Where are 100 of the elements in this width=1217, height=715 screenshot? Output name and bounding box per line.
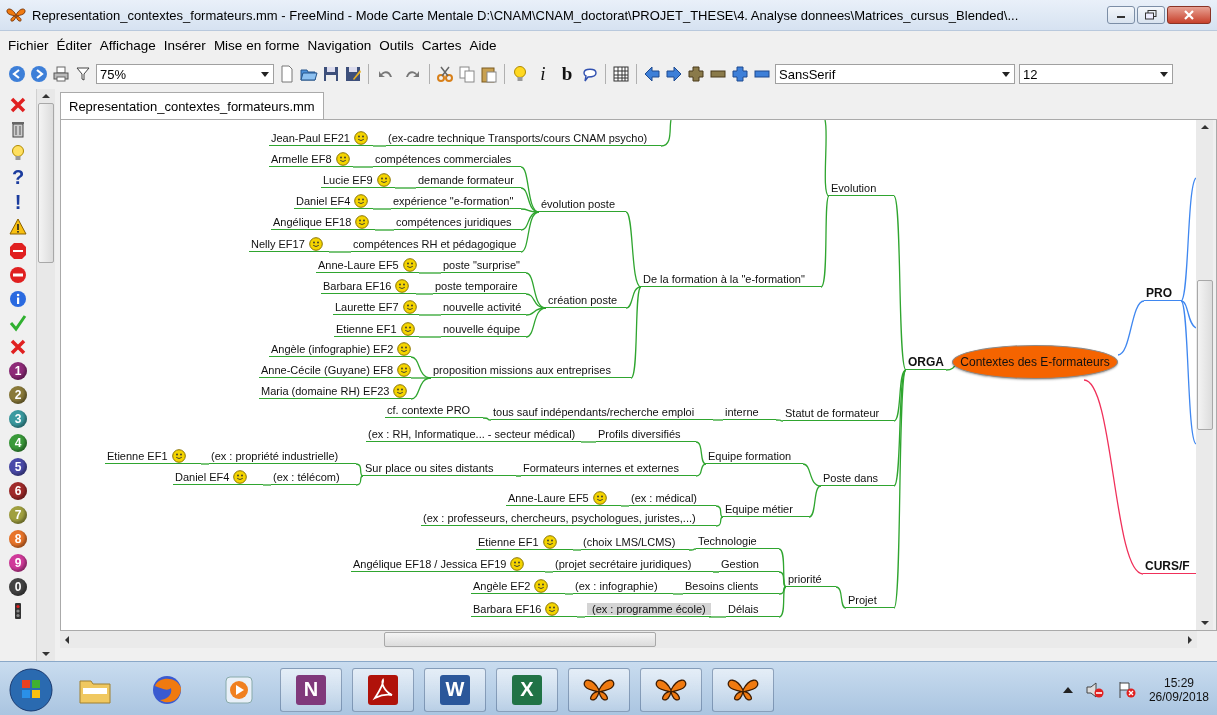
- map-node[interactable]: poste "surprise": [441, 257, 526, 273]
- scroll-thumb[interactable]: [1196, 280, 1213, 430]
- map-node[interactable]: De la formation à la "e-formation": [641, 271, 821, 287]
- map-node[interactable]: Statut de formateur: [783, 405, 894, 421]
- flag-icon[interactable]: [1116, 680, 1137, 699]
- central-topic[interactable]: Contextes des E-formateurs: [952, 345, 1118, 379]
- menu-item[interactable]: Navigation: [307, 37, 372, 53]
- map-node[interactable]: compétences commerciales: [373, 151, 521, 167]
- right-arrow-icon[interactable]: [665, 65, 683, 83]
- taskbar-app[interactable]: N: [280, 667, 342, 712]
- map-node[interactable]: Formateurs internes et externes: [521, 460, 696, 476]
- speaker-muted-icon[interactable]: [1084, 680, 1105, 699]
- menu-item[interactable]: Aide: [469, 37, 497, 53]
- map-node[interactable]: (ex : programme école): [585, 601, 711, 617]
- priority-icon[interactable]: 4: [9, 434, 27, 452]
- map-node[interactable]: Laurette EF7: [333, 299, 419, 315]
- map-node[interactable]: évolution poste: [539, 196, 626, 212]
- restore-button[interactable]: [1137, 6, 1165, 24]
- map-node[interactable]: Angèle (infographie) EF2: [269, 341, 412, 357]
- map-node[interactable]: tous sauf indépendants/recherche emploi: [491, 404, 713, 420]
- map-node[interactable]: expérience "e-formation": [391, 193, 521, 209]
- map-node[interactable]: Projet: [846, 592, 894, 608]
- map-node[interactable]: Nelly EF17: [249, 236, 329, 252]
- taskbar-app[interactable]: [352, 667, 414, 712]
- map-node[interactable]: compétences RH et pédagogique: [351, 236, 521, 252]
- priority-icon[interactable]: 1: [9, 362, 27, 380]
- font-dropdown[interactable]: SansSerif: [775, 64, 1015, 84]
- map-node[interactable]: Equipe métier: [723, 501, 809, 517]
- map-node[interactable]: Etienne EF1: [105, 448, 201, 464]
- scrollbar[interactable]: [60, 631, 1197, 648]
- check-mark-icon[interactable]: [9, 314, 27, 332]
- taskbar-app[interactable]: [568, 667, 630, 712]
- cross-icon[interactable]: [9, 96, 27, 114]
- map-node[interactable]: Lucie EF9: [321, 172, 395, 188]
- map-node[interactable]: priorité: [786, 571, 836, 587]
- menu-item[interactable]: Cartes: [421, 37, 462, 53]
- bold-button[interactable]: b: [557, 63, 577, 85]
- question-mark-icon[interactable]: ?: [11, 168, 25, 187]
- left-arrow-icon[interactable]: [643, 65, 661, 83]
- map-node[interactable]: interne: [723, 404, 776, 420]
- print-icon[interactable]: [52, 65, 70, 83]
- warning-icon[interactable]: [9, 218, 27, 236]
- map-node[interactable]: (choix LMS/LCMS): [581, 534, 689, 550]
- map-node[interactable]: Daniel EF4: [294, 193, 373, 209]
- exclamation-mark-icon[interactable]: !: [14, 193, 22, 212]
- map-node[interactable]: Jean-Paul EF21: [269, 130, 373, 146]
- priority-icon[interactable]: 5: [9, 458, 27, 476]
- map-node[interactable]: Etienne EF1: [334, 321, 419, 337]
- caret-icon[interactable]: [1062, 685, 1073, 694]
- start-button[interactable]: [8, 666, 54, 713]
- cross-icon[interactable]: [9, 338, 27, 356]
- font-size-dropdown[interactable]: 12: [1019, 64, 1173, 84]
- taskbar-app[interactable]: X: [496, 667, 558, 712]
- map-node[interactable]: Angélique EF18: [271, 214, 375, 230]
- stop-sign-icon[interactable]: [9, 242, 27, 260]
- map-node[interactable]: (ex : propriété industrielle): [209, 448, 356, 464]
- map-node[interactable]: Anne-Laure EF5: [506, 490, 621, 506]
- map-node[interactable]: Maria (domaine RH) EF23: [259, 383, 411, 399]
- zoom-dropdown[interactable]: 75%: [96, 64, 274, 84]
- map-node[interactable]: proposition missions aux entreprises: [431, 362, 631, 378]
- map-node[interactable]: Barbara EF16: [321, 278, 416, 294]
- map-node[interactable]: Daniel EF4: [173, 469, 263, 485]
- menu-item[interactable]: Mise en forme: [213, 37, 300, 53]
- map-node[interactable]: Barbara EF16: [471, 601, 577, 617]
- scrollbar[interactable]: [1196, 120, 1213, 630]
- minimize-button[interactable]: [1107, 6, 1135, 24]
- map-node[interactable]: nouvelle activité: [441, 299, 526, 315]
- trash-can-icon[interactable]: [9, 120, 27, 138]
- map-node[interactable]: Délais: [726, 601, 779, 617]
- scroll-thumb[interactable]: [38, 103, 54, 263]
- taskbar-app[interactable]: [640, 667, 702, 712]
- cut-icon[interactable]: [436, 65, 454, 83]
- forward-icon[interactable]: [30, 65, 48, 83]
- menu-item[interactable]: Outils: [379, 37, 414, 53]
- map-node[interactable]: (ex : professeurs, chercheurs, psychologues, juristes,...): [421, 510, 716, 526]
- taskbar-app[interactable]: W: [424, 667, 486, 712]
- clock[interactable]: 15:29 26/09/2018: [1148, 675, 1209, 704]
- map-node[interactable]: poste temporaire: [433, 278, 526, 294]
- scrollbar[interactable]: [36, 89, 55, 661]
- back-icon[interactable]: [8, 65, 26, 83]
- map-node[interactable]: Gestion: [719, 556, 779, 572]
- priority-icon[interactable]: 6: [9, 482, 27, 500]
- save-as-icon[interactable]: [344, 65, 362, 83]
- map-node[interactable]: (ex : RH, Informatique... - secteur médical): [366, 426, 581, 442]
- map-node[interactable]: demande formateur: [416, 172, 521, 188]
- plus-icon[interactable]: [687, 65, 705, 83]
- menu-item[interactable]: Affichage: [99, 37, 156, 53]
- table-icon[interactable]: [612, 65, 630, 83]
- map-node[interactable]: cf. contexte PRO: [385, 402, 483, 418]
- map-node[interactable]: Technologie: [696, 533, 779, 549]
- italic-button[interactable]: i: [533, 63, 553, 85]
- map-node[interactable]: (ex : médical): [629, 490, 716, 506]
- tab[interactable]: Representation_contextes_formateurs.mm: [60, 92, 324, 119]
- map-node[interactable]: (ex-cadre technique Transports/cours CNAM psycho): [386, 130, 661, 146]
- map-node[interactable]: Profils diversifiés: [596, 426, 696, 442]
- map-node[interactable]: Angélique EF18 / Jessica EF19: [351, 556, 545, 572]
- map-node[interactable]: Anne-Laure EF5: [316, 257, 419, 273]
- map-node[interactable]: Etienne EF1: [476, 534, 573, 550]
- map-node[interactable]: Poste dans: [821, 470, 894, 486]
- menu-item[interactable]: Éditer: [56, 37, 92, 53]
